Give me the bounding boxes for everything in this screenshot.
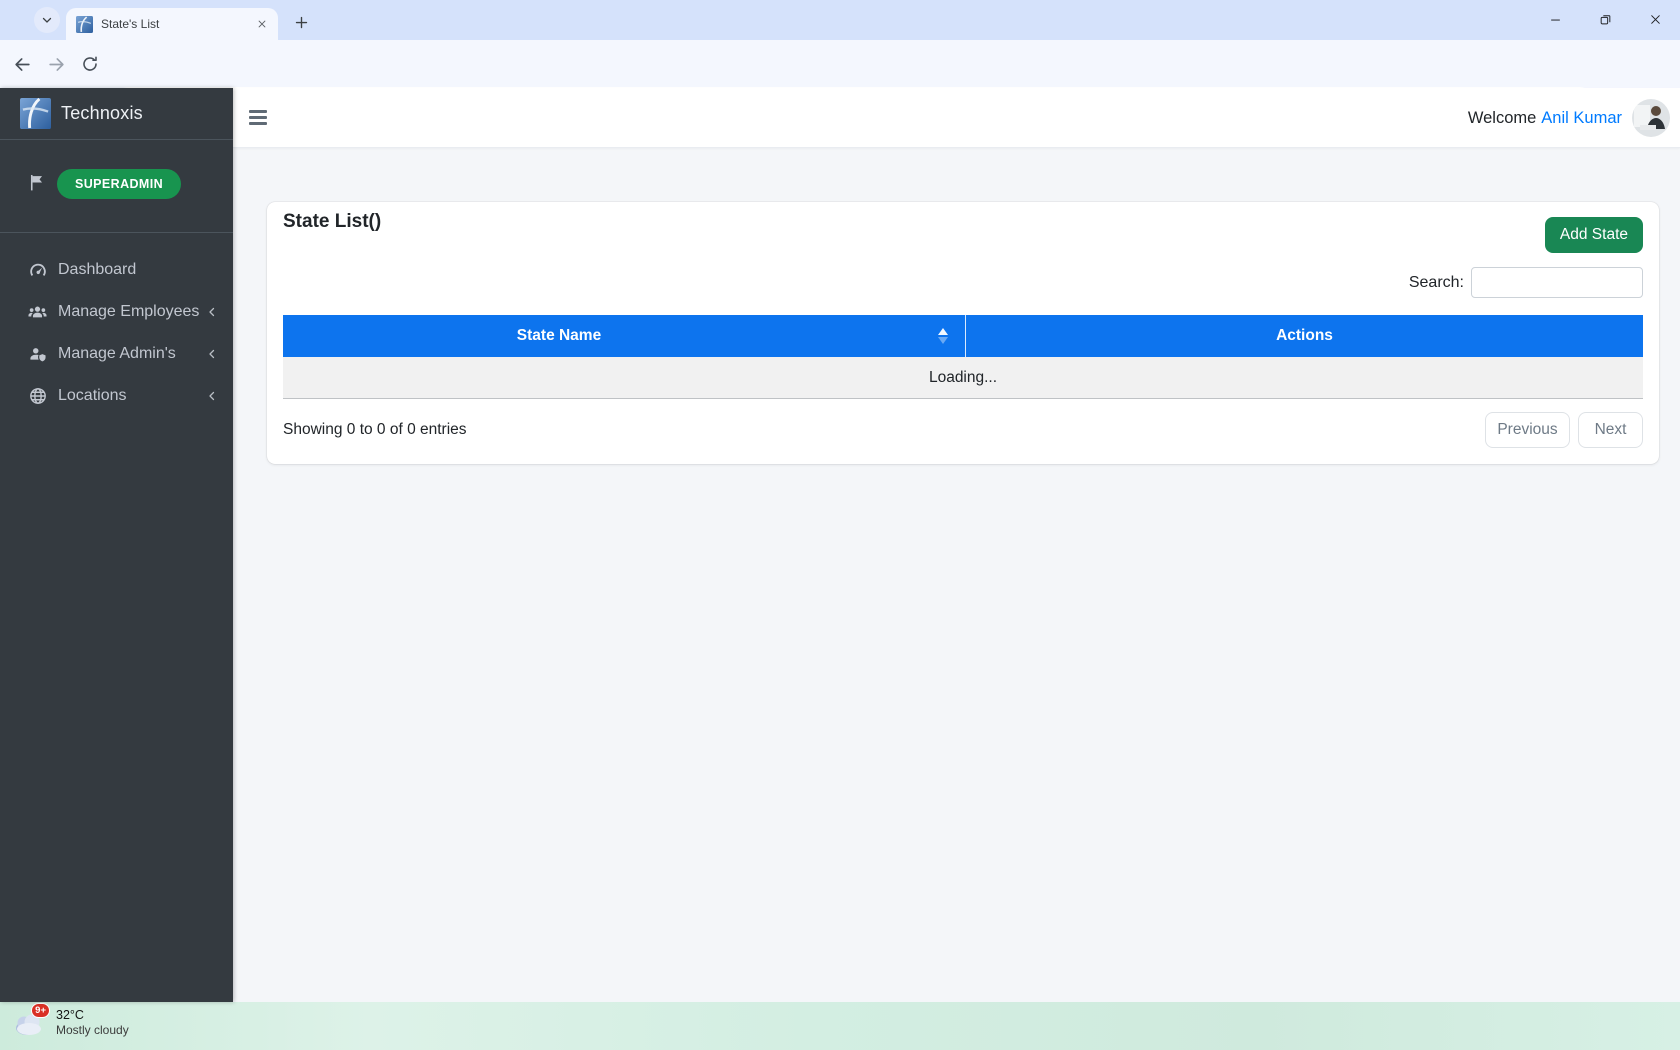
search-input[interactable] — [1471, 267, 1643, 298]
browser-toolbar: localhost:7191/Locations/StateList/2065 — [0, 40, 1680, 88]
reload-icon — [81, 55, 99, 73]
app-header: Welcome Anil Kumar — [233, 88, 1680, 148]
chevron-left-icon — [206, 306, 218, 318]
sort-icon — [938, 328, 948, 344]
new-tab-button[interactable] — [288, 9, 314, 35]
minimize-icon — [1549, 13, 1562, 26]
table-search: Search: — [1409, 267, 1643, 298]
sidebar-item-label: Dashboard — [58, 261, 136, 279]
sidebar-item-label: Locations — [58, 387, 127, 405]
user-panel: SUPERADMIN — [0, 140, 233, 233]
plus-icon — [294, 15, 309, 30]
chevron-left-icon — [206, 390, 218, 402]
admin-user-icon — [27, 344, 48, 365]
table-header-row: State Name Actions — [283, 315, 1643, 357]
weather-widget[interactable]: 9+ 32°C Mostly cloudy — [12, 1005, 129, 1041]
role-badge: SUPERADMIN — [57, 169, 181, 199]
sidebar-item-manage-employees[interactable]: Manage Employees — [0, 291, 233, 333]
sidebar: Technoxis SUPERADMIN Dashboard — [0, 88, 233, 1002]
technoxis-favicon-icon — [76, 16, 93, 33]
forward-arrow-icon — [47, 55, 66, 74]
column-header-actions[interactable]: Actions — [965, 315, 1643, 357]
technoxis-logo-icon — [20, 98, 51, 129]
reload-button[interactable] — [76, 50, 104, 78]
state-table: State Name Actions Loading... — [283, 315, 1643, 399]
app-page: Technoxis SUPERADMIN Dashboard — [0, 88, 1680, 1002]
window-minimize-button[interactable] — [1532, 0, 1578, 38]
browser-tabstrip: State's List — [0, 0, 1680, 40]
entries-info: Showing 0 to 0 of 0 entries — [283, 412, 467, 448]
notification-badge: 9+ — [31, 1003, 50, 1018]
browser-tab[interactable]: State's List — [66, 8, 278, 40]
welcome-text: Welcome Anil Kumar — [1468, 88, 1622, 148]
brand[interactable]: Technoxis — [0, 88, 233, 140]
taskbar: 9+ 32°C Mostly cloudy Search — [0, 1002, 1680, 1050]
sidebar-nav: Dashboard Manage Employees Manage Admin — [0, 233, 233, 417]
search-label: Search: — [1409, 274, 1464, 292]
window-restore-button[interactable] — [1582, 0, 1628, 38]
sidebar-item-dashboard[interactable]: Dashboard — [0, 249, 233, 291]
restore-icon — [1599, 13, 1612, 26]
previous-page-button[interactable]: Previous — [1485, 412, 1570, 448]
sidebar-item-manage-admins[interactable]: Manage Admin's — [0, 333, 233, 375]
table-footer: Showing 0 to 0 of 0 entries Previous Nex… — [283, 412, 1643, 448]
tab-search-button[interactable] — [34, 7, 60, 33]
page-title: State List() — [283, 211, 381, 233]
forward-button[interactable] — [42, 50, 70, 78]
back-arrow-icon — [13, 55, 32, 74]
weather-condition: Mostly cloudy — [56, 1023, 129, 1038]
weather-temp: 32°C — [56, 1008, 129, 1023]
tab-close-icon[interactable] — [254, 16, 270, 32]
hamburger-menu-icon[interactable] — [249, 110, 267, 125]
content-area: State List() Add State Search: State Nam… — [233, 148, 1680, 1002]
flag-icon — [27, 172, 46, 193]
close-icon — [1649, 13, 1662, 26]
column-label: State Name — [517, 327, 601, 345]
sidebar-item-label: Manage Employees — [58, 303, 199, 321]
user-avatar[interactable] — [1632, 99, 1670, 137]
state-list-card: State List() Add State Search: State Nam… — [267, 202, 1659, 464]
window-close-button[interactable] — [1632, 0, 1678, 38]
loading-text: Loading... — [929, 369, 997, 387]
speedometer-icon — [27, 260, 48, 281]
brand-name: Technoxis — [61, 103, 143, 124]
next-page-button[interactable]: Next — [1578, 412, 1643, 448]
sidebar-item-label: Manage Admin's — [58, 345, 176, 363]
column-header-state-name[interactable]: State Name — [283, 315, 965, 357]
screen: State's List — [0, 0, 1680, 1050]
cloud-weather-icon: 9+ — [12, 1005, 48, 1041]
globe-icon — [27, 386, 48, 407]
pagination: Previous Next — [1485, 412, 1643, 448]
welcome-label: Welcome — [1468, 109, 1536, 128]
users-icon — [27, 302, 48, 323]
back-button[interactable] — [8, 50, 36, 78]
column-label: Actions — [1276, 327, 1333, 345]
add-state-button[interactable]: Add State — [1545, 217, 1643, 253]
sidebar-item-locations[interactable]: Locations — [0, 375, 233, 417]
tab-title: State's List — [101, 17, 254, 31]
user-name-link[interactable]: Anil Kumar — [1541, 109, 1622, 128]
chevron-left-icon — [206, 348, 218, 360]
table-loading-row: Loading... — [283, 357, 1643, 399]
chevron-down-icon — [41, 14, 53, 26]
